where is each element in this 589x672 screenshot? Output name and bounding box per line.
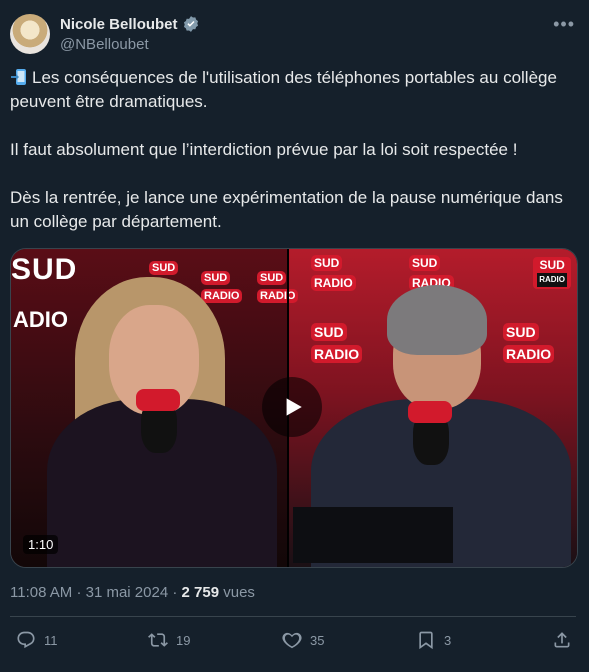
heart-icon (282, 632, 302, 649)
more-options-icon[interactable]: ••• (553, 14, 575, 35)
wall-logo: SUD (503, 323, 539, 341)
wall-logo: RADIO (311, 345, 363, 363)
like-button[interactable]: 35 (282, 630, 324, 650)
reply-count: 11 (44, 632, 58, 648)
channel-logo-sud: SUD (539, 258, 565, 272)
wall-logo: RADIO (311, 275, 356, 291)
bookmark-icon (419, 631, 433, 650)
radio-sign: ADIO (13, 307, 68, 332)
play-icon (286, 398, 302, 416)
play-button[interactable] (262, 377, 322, 437)
wall-logo: SUD (311, 323, 347, 341)
post-meta: 11:08 AM · 31 mai 2024 · 2 759 vues (10, 584, 255, 601)
microphone-cap (408, 401, 452, 423)
paragraph-2: Il faut absolument que l’interdiction pr… (10, 140, 518, 159)
channel-logo: SUD RADIO (533, 257, 571, 289)
video-duration: 1:10 (23, 535, 59, 554)
action-bar: 11 19 35 3 (16, 630, 574, 656)
post-text: Les conséquences de l'utilisation des té… (10, 66, 580, 234)
reply-icon (17, 631, 35, 649)
avatar[interactable] (10, 14, 50, 54)
wall-logo: RADIO (201, 289, 243, 303)
meta-separator: · (76, 584, 86, 601)
meta-separator: · (172, 584, 182, 601)
wall-logo: SUD (149, 261, 179, 275)
divider (10, 616, 576, 617)
paragraph-1: Les conséquences de l'utilisation des té… (10, 66, 580, 114)
video-player[interactable]: SUD SUD SUD RADIO RADIO SUD RADIO SUD RA… (10, 248, 578, 568)
bookmark-count: 3 (444, 632, 452, 648)
repost-button[interactable]: 19 (148, 630, 190, 650)
channel-logo-radio: RADIO (537, 273, 567, 287)
bookmark-button[interactable]: 3 (416, 630, 451, 650)
author-name[interactable]: Nicole Belloubet (60, 16, 178, 33)
wall-logo: RADIO (257, 289, 299, 303)
author-handle[interactable]: @NBelloubet (60, 36, 200, 53)
views-label: vues (223, 584, 255, 601)
wall-logo: RADIO (503, 345, 555, 363)
post-time[interactable]: 11:08 AM (10, 584, 72, 601)
repost-count: 19 (176, 632, 191, 648)
repost-icon (148, 633, 168, 647)
paragraph-1-text: Les conséquences de l'utilisation des té… (10, 68, 557, 111)
wall-logo: SUD (257, 271, 287, 285)
author-block: Nicole Belloubet @NBelloubet (60, 15, 200, 53)
studio-monitor (293, 507, 453, 563)
sud-radio-sign: SUD (11, 253, 78, 286)
wall-logo: SUD (201, 271, 231, 285)
wall-logo: SUD (311, 255, 343, 271)
share-icon (554, 632, 570, 648)
microphone-cap (136, 389, 180, 411)
paragraph-3: Dès la rentrée, je lance une expérimenta… (10, 188, 563, 231)
post-date[interactable]: 31 mai 2024 (86, 584, 169, 601)
host-hair (387, 285, 487, 355)
mobile-phone-arrow-icon (11, 69, 26, 85)
share-button[interactable] (552, 630, 572, 650)
views-count: 2 759 (181, 584, 220, 601)
verified-badge-icon (183, 16, 198, 32)
reply-button[interactable]: 11 (16, 630, 58, 650)
like-count: 35 (310, 632, 325, 648)
wall-logo: SUD (409, 255, 441, 271)
